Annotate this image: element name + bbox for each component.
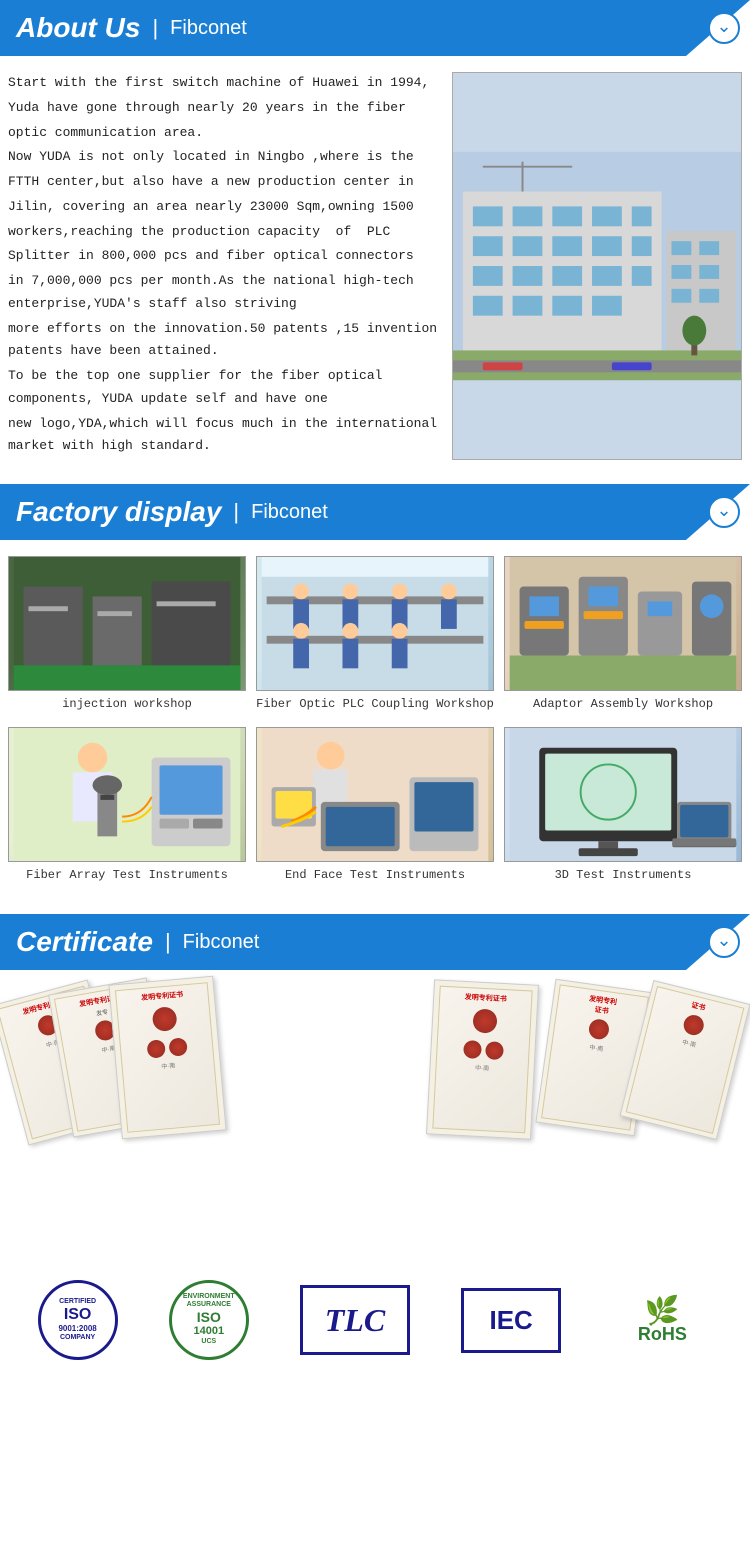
ucs-text: UCS [201,1338,216,1346]
certificate-title: Certificate [16,926,153,958]
about-para-3: optic communication area. [8,122,440,145]
adaptor-assembly-image [504,556,742,691]
factory-item-fiber-array: Fiber Array Test Instruments [8,727,246,882]
3d-test-label: 3D Test Instruments [504,868,742,882]
factory-display-header: Factory display | Fibconet [0,484,750,540]
about-para-1: Start with the first switch machine of H… [8,72,440,95]
fiber-array-image [8,727,246,862]
assurance-text: ASSURANCE [187,1301,231,1309]
about-para-5: FTTH center,but also have a new producti… [8,171,440,194]
about-us-title: About Us [16,12,140,44]
header-divider: | [152,15,158,41]
about-para-10: more efforts on the innovation.50 patent… [8,318,440,364]
about-para-6: Jilin, covering an area nearly 23000 Sqm… [8,196,440,219]
about-para-8: Splitter in 800,000 pcs and fiber optica… [8,245,440,268]
certification-logos: CERTIFIED ISO 9001:2008 COMPANY ENVIRONM… [0,1260,750,1390]
adaptor-assembly-label: Adaptor Assembly Workshop [504,697,742,711]
about-us-chevron[interactable] [708,12,740,44]
plc-coupling-image [256,556,494,691]
certificate-chevron[interactable] [708,926,740,958]
iso-14001-number: 14001 [193,1325,224,1338]
factory-item-end-face: End Face Test Instruments [256,727,494,882]
about-para-12: new logo,YDA,which will focus much in th… [8,413,440,459]
about-para-2: Yuda have gone through nearly 20 years i… [8,97,440,120]
iso14-text: ISO [197,1309,221,1326]
iso-9001-badge: CERTIFIED ISO 9001:2008 COMPANY [38,1280,118,1360]
factory-display-subtitle: Fibconet [251,501,328,524]
3d-test-image [504,727,742,862]
about-us-paragraphs: Start with the first switch machine of H… [8,72,440,458]
iec-logo: IEC [461,1288,561,1353]
factory-item-adaptor: Adaptor Assembly Workshop [504,556,742,711]
iec-badge: IEC [461,1288,561,1353]
about-para-4: Now YUDA is not only located in Ningbo ,… [8,146,440,169]
factory-row-2: Fiber Array Test Instruments [8,727,742,882]
plc-coupling-label: Fiber Optic PLC Coupling Workshop [256,697,494,711]
tlc-text: TLC [325,1302,385,1339]
end-face-image [256,727,494,862]
about-para-11: To be the top one supplier for the fiber… [8,365,440,411]
cert-header-divider: | [165,929,171,955]
cert-card-3: 发明专利证书 中·南 [108,976,226,1140]
certificate-subtitle: Fibconet [183,931,260,954]
rohs-text: RoHS [638,1325,687,1343]
company-text: COMPANY [60,1334,95,1342]
factory-item-plc: Fiber Optic PLC Coupling Workshop [256,556,494,711]
factory-display-chevron[interactable] [708,496,740,528]
tlc-logo: TLC [300,1285,410,1355]
about-us-text: Start with the first switch machine of H… [8,72,440,460]
environment-text: ENVIRONMENT [183,1293,235,1301]
iso-14001-badge: ENVIRONMENT ASSURANCE ISO 14001 UCS [169,1280,249,1360]
iec-text: IEC [489,1305,532,1336]
injection-workshop-image [8,556,246,691]
factory-item-3d: 3D Test Instruments [504,727,742,882]
factory-row-1: injection workshop [8,556,742,711]
rohs-logo: 🌿 RoHS [612,1288,712,1353]
about-us-content: Start with the first switch machine of H… [8,72,742,460]
injection-workshop-label: injection workshop [8,697,246,711]
factory-display-title: Factory display [16,496,221,528]
iso-9001-number: 9001:2008 [58,1324,96,1334]
certificate-section: 发明专利证书 中·南 发明专利证书 发专 中·南 发明专利证书 中·南 发明专利… [0,970,750,1260]
factory-item-injection: injection workshop [8,556,246,711]
certificate-header: Certificate | Fibconet [0,914,750,970]
about-us-building-image [452,72,742,460]
about-us-subtitle: Fibconet [170,17,247,40]
factory-display-section: injection workshop [0,540,750,914]
rohs-leaf-icon: 🌿 [645,1297,680,1325]
certified-text: CERTIFIED [59,1298,96,1306]
about-para-7: workers,reaching the production capacity… [8,221,440,244]
factory-header-divider: | [233,499,239,525]
about-para-9: in 7,000,000 pcs per month.As the nation… [8,270,440,316]
fiber-array-label: Fiber Array Test Instruments [8,868,246,882]
cert-card-4: 发明专利证书 中·南 [426,979,539,1139]
end-face-label: End Face Test Instruments [256,868,494,882]
iso-text: ISO [64,1305,92,1324]
iso-14001-logo: ENVIRONMENT ASSURANCE ISO 14001 UCS [169,1280,249,1360]
rohs-badge: 🌿 RoHS [612,1288,712,1353]
about-us-section: Start with the first switch machine of H… [0,56,750,484]
about-us-header: About Us | Fibconet [0,0,750,56]
tlc-badge: TLC [300,1285,410,1355]
iso-9001-logo: CERTIFIED ISO 9001:2008 COMPANY [38,1280,118,1360]
